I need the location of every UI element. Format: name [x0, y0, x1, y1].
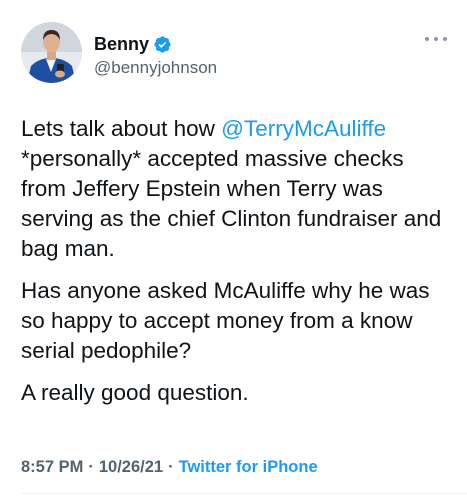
tweet-paragraph-3: A really good question. — [21, 380, 249, 405]
verified-badge-icon — [153, 35, 172, 54]
meta-separator: · — [168, 458, 174, 476]
avatar[interactable] — [21, 22, 82, 83]
tweet-meta: 8:57 PM · 10/26/21 · Twitter for iPhone — [21, 458, 318, 477]
tweet-text-segment: *personally* accepted massive checks fro… — [21, 146, 442, 261]
tweet-date[interactable]: 10/26/21 — [99, 458, 163, 477]
display-name[interactable]: Benny — [94, 34, 149, 55]
dot — [425, 37, 429, 41]
author-name-row: Benny — [94, 32, 172, 56]
tweet-paragraph-1: Lets talk about how @TerryMcAuliffe *per… — [21, 114, 451, 264]
tweet-text-segment: Lets talk about how — [21, 116, 222, 141]
mention-link[interactable]: @TerryMcAuliffe — [221, 116, 386, 141]
meta-separator: · — [88, 458, 94, 476]
tweet-text: Lets talk about how @TerryMcAuliffe *per… — [21, 114, 451, 408]
tweet-source-link[interactable]: Twitter for iPhone — [179, 458, 318, 477]
dot — [443, 37, 447, 41]
author-handle[interactable]: @bennyjohnson — [94, 58, 217, 78]
tweet-time[interactable]: 8:57 PM — [21, 458, 83, 477]
tweet-card: Benny @bennyjohnson Lets talk about how … — [0, 0, 467, 500]
tweet-paragraph-2: Has anyone asked McAuliffe why he was so… — [21, 278, 430, 363]
dot — [434, 37, 438, 41]
divider — [21, 493, 467, 494]
more-options-icon[interactable] — [425, 34, 447, 44]
